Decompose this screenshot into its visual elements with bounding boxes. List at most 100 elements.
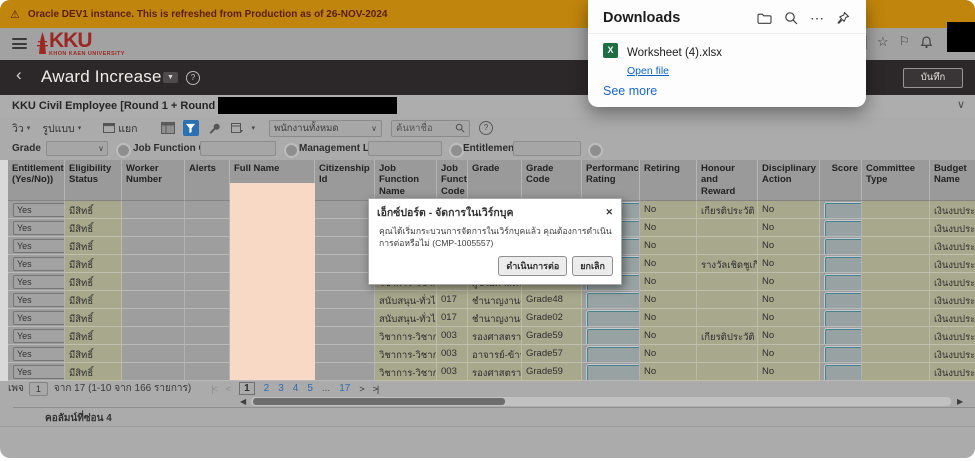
first-page-icon[interactable]: |< bbox=[211, 384, 217, 394]
page-link-2[interactable]: 2 bbox=[264, 383, 270, 394]
col-score[interactable]: Score bbox=[820, 160, 862, 201]
favorites-star-icon[interactable]: ☆ bbox=[877, 34, 889, 50]
detach-button[interactable]: แยก bbox=[103, 120, 137, 137]
app-window: ⚠ Oracle DEV1 instance. This is refreshe… bbox=[0, 0, 975, 458]
cell-alerts bbox=[185, 363, 230, 381]
help-icon[interactable]: ? bbox=[186, 71, 200, 85]
open-file-link[interactable]: Open file bbox=[627, 65, 669, 77]
entitlement-input[interactable] bbox=[13, 329, 65, 343]
search-input[interactable]: ค้นหาชื่อ bbox=[391, 120, 470, 137]
page-number-input[interactable] bbox=[29, 382, 48, 396]
score-input[interactable] bbox=[825, 203, 862, 219]
download-item[interactable]: X Worksheet (4).xlsx Open file bbox=[603, 43, 866, 79]
perf-input[interactable] bbox=[587, 293, 640, 309]
col-elig[interactable]: Eligibility Status bbox=[65, 160, 122, 201]
col-disc[interactable]: Disciplinary Action bbox=[758, 160, 820, 201]
hamburger-menu-icon[interactable] bbox=[12, 38, 27, 49]
score-input[interactable] bbox=[825, 257, 862, 273]
col-ent[interactable]: Entitlement (Yes/No)) bbox=[8, 160, 65, 201]
dialog-close-icon[interactable]: ✕ bbox=[605, 207, 613, 218]
score-input[interactable] bbox=[825, 293, 862, 309]
previous-page-icon[interactable]: < bbox=[226, 384, 230, 394]
entitlement-input[interactable] bbox=[13, 293, 65, 307]
grade-filter-select[interactable]: ∨ bbox=[46, 141, 108, 156]
back-button[interactable]: ‹ bbox=[16, 65, 22, 85]
scroll-left-icon[interactable]: ◀ bbox=[240, 397, 246, 406]
dialog-continue-button[interactable]: ดำเนินการต่อ bbox=[498, 256, 567, 276]
format-menu-button[interactable]: รูปแบบ▾ bbox=[42, 120, 81, 137]
save-button[interactable]: บันทึก bbox=[903, 68, 963, 88]
col-gcode[interactable]: Grade Code bbox=[522, 160, 582, 201]
score-input[interactable] bbox=[825, 275, 862, 291]
management-level-filter-input[interactable] bbox=[368, 141, 442, 156]
col-alerts[interactable]: Alerts bbox=[185, 160, 230, 201]
view-menu-button[interactable]: วิว▾ bbox=[12, 120, 30, 137]
management-level-filter-go-icon[interactable] bbox=[449, 143, 464, 158]
page-link-4[interactable]: 4 bbox=[293, 383, 299, 394]
entitlement-input[interactable] bbox=[13, 257, 65, 271]
score-input[interactable] bbox=[825, 365, 862, 381]
col-jfcode[interactable]: Job Function Code bbox=[437, 160, 468, 201]
cell-worker bbox=[122, 201, 185, 219]
perf-input[interactable] bbox=[587, 347, 640, 363]
col-committee[interactable]: Committee Type bbox=[862, 160, 930, 201]
col-worker[interactable]: Worker Number bbox=[122, 160, 185, 201]
freeze-icon[interactable] bbox=[160, 120, 176, 136]
entitlement-input[interactable] bbox=[13, 311, 65, 325]
search-help-icon[interactable]: ? bbox=[479, 121, 493, 135]
job-function-code-filter-go-icon[interactable] bbox=[284, 143, 299, 158]
page-link-1[interactable]: 1 bbox=[239, 382, 255, 395]
scrollbar-thumb[interactable] bbox=[253, 398, 505, 405]
perf-input[interactable] bbox=[587, 365, 640, 381]
entitlement-input[interactable] bbox=[13, 347, 65, 361]
score-input[interactable] bbox=[825, 221, 862, 237]
dialog-cancel-button[interactable]: ยกเลิก bbox=[572, 256, 613, 276]
score-input[interactable] bbox=[825, 329, 862, 345]
entitlement-input[interactable] bbox=[13, 275, 65, 289]
downloads-pin-icon[interactable] bbox=[836, 11, 850, 25]
job-function-code-filter-input[interactable] bbox=[200, 141, 276, 156]
media-icon[interactable]: ▼ bbox=[163, 72, 178, 83]
perf-input[interactable] bbox=[587, 329, 640, 345]
manage-columns-icon[interactable] bbox=[229, 120, 245, 136]
entitlement-input[interactable] bbox=[13, 221, 65, 235]
col-citizenship[interactable]: Citizenship Id bbox=[315, 160, 375, 201]
wrench-icon[interactable] bbox=[206, 120, 222, 136]
col-budget[interactable]: Budget Name bbox=[930, 160, 975, 201]
col-retiring[interactable]: Retiring bbox=[640, 160, 697, 201]
downloads-search-icon[interactable] bbox=[784, 11, 798, 25]
page-link-5[interactable]: 5 bbox=[307, 383, 313, 394]
see-more-link[interactable]: See more bbox=[603, 84, 657, 98]
downloads-folder-icon[interactable] bbox=[757, 12, 772, 25]
score-input[interactable] bbox=[825, 311, 862, 327]
entitlement-input[interactable] bbox=[13, 203, 65, 217]
col-grade[interactable]: Grade bbox=[468, 160, 522, 201]
entitlement-input[interactable] bbox=[13, 239, 65, 253]
last-page-icon[interactable]: >| bbox=[373, 384, 379, 394]
employee-filter-select[interactable]: พนักงานทั้งหมด ∨ bbox=[269, 120, 382, 137]
score-input[interactable] bbox=[825, 239, 862, 255]
page-link-17[interactable]: 17 bbox=[339, 383, 350, 394]
entitlement-filter-input[interactable] bbox=[513, 141, 581, 156]
col-perf[interactable]: Performance Rating bbox=[582, 160, 640, 201]
page-link-3[interactable]: 3 bbox=[278, 383, 284, 394]
scroll-right-icon[interactable]: ▶ bbox=[957, 397, 963, 406]
flag-icon[interactable]: ⚐ bbox=[899, 34, 910, 48]
perf-input[interactable] bbox=[587, 311, 640, 327]
caret-down-icon[interactable]: ▾ bbox=[252, 124, 256, 132]
score-input[interactable] bbox=[825, 347, 862, 363]
filter-icon[interactable] bbox=[183, 120, 199, 136]
col-honour[interactable]: Honour and Reward bbox=[697, 160, 758, 201]
next-page-icon[interactable]: > bbox=[359, 384, 363, 394]
col-jfname[interactable]: Job Function Name bbox=[375, 160, 437, 201]
plan-chevron-down-icon[interactable]: ∨ bbox=[957, 98, 965, 111]
grade-filter-go-icon[interactable] bbox=[116, 143, 131, 158]
kku-logo[interactable]: KKU KHON KAEN UNIVERSITY bbox=[36, 30, 125, 58]
entitlement-input[interactable] bbox=[13, 365, 65, 379]
scrollbar-track[interactable] bbox=[251, 397, 951, 406]
cell-ent bbox=[8, 363, 65, 381]
entitlement-filter-go-icon[interactable] bbox=[588, 143, 603, 158]
bell-icon[interactable]: 43 bbox=[920, 36, 933, 49]
downloads-more-icon[interactable]: ⋯ bbox=[810, 14, 824, 22]
vertical-scrollbar-track[interactable] bbox=[0, 160, 8, 381]
